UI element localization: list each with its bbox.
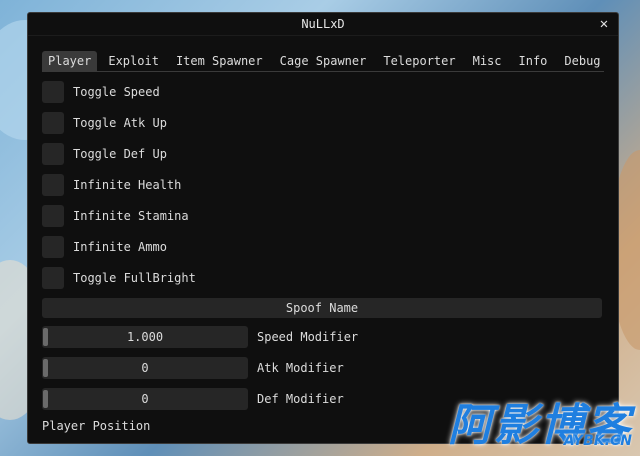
slider-value: 0 [141, 392, 149, 406]
watermark-logo: 阿影博客 AYBK.CN [448, 404, 632, 449]
tab-exploit[interactable]: Exploit [102, 51, 165, 71]
tab-item-spawner[interactable]: Item Spawner [170, 51, 269, 71]
tab-info[interactable]: Info [513, 51, 554, 71]
toggle-label: Infinite Health [73, 178, 182, 192]
toggle-label: Toggle Def Up [73, 147, 167, 161]
slider-label: Atk Modifier [257, 361, 344, 375]
infinite-stamina-checkbox[interactable] [42, 205, 64, 227]
def-modifier-slider[interactable]: 0 [42, 388, 248, 410]
infinite-ammo-checkbox[interactable] [42, 236, 64, 258]
slider-label: Def Modifier [257, 392, 344, 406]
slider-value: 1.000 [126, 330, 164, 344]
toggle-atk-up-checkbox[interactable] [42, 112, 64, 134]
toggle-def-up-checkbox[interactable] [42, 143, 64, 165]
slider-value: 0 [141, 361, 149, 375]
toggle-label: Toggle Atk Up [73, 116, 167, 130]
toggle-speed-checkbox[interactable] [42, 81, 64, 103]
tab-divider [42, 71, 604, 72]
speed-modifier-slider[interactable]: 1.000 [42, 326, 248, 348]
tab-teleporter[interactable]: Teleporter [377, 51, 461, 71]
speed-modifier-row: 1.000 Speed Modifier [42, 326, 602, 348]
close-icon[interactable]: ✕ [596, 13, 612, 35]
toggle-label: Infinite Stamina [73, 209, 189, 223]
spoof-name-button[interactable]: Spoof Name [42, 298, 602, 318]
slider-label: Speed Modifier [257, 330, 359, 344]
toggle-label: Infinite Ammo [73, 240, 167, 254]
player-position-label: Player Position [42, 419, 151, 433]
toggle-label: Toggle Speed [73, 85, 160, 99]
tab-cage-spawner[interactable]: Cage Spawner [274, 51, 373, 71]
tab-player[interactable]: Player [42, 51, 98, 71]
toggle-label: Toggle FullBright [73, 271, 196, 285]
tab-misc[interactable]: Misc [467, 51, 508, 71]
infinite-health-checkbox[interactable] [42, 174, 64, 196]
window-title: NuLLxD [301, 17, 345, 31]
cheat-menu-window: NuLLxD ✕ Player Exploit Item Spawner Cag… [27, 12, 619, 444]
atk-modifier-slider[interactable]: 0 [42, 357, 248, 379]
tab-debug[interactable]: Debug [558, 51, 606, 71]
title-bar[interactable]: NuLLxD ✕ [28, 13, 618, 36]
atk-modifier-row: 0 Atk Modifier [42, 357, 602, 379]
tab-bar: Player Exploit Item Spawner Cage Spawner… [42, 51, 604, 71]
toggle-fullbright-checkbox[interactable] [42, 267, 64, 289]
